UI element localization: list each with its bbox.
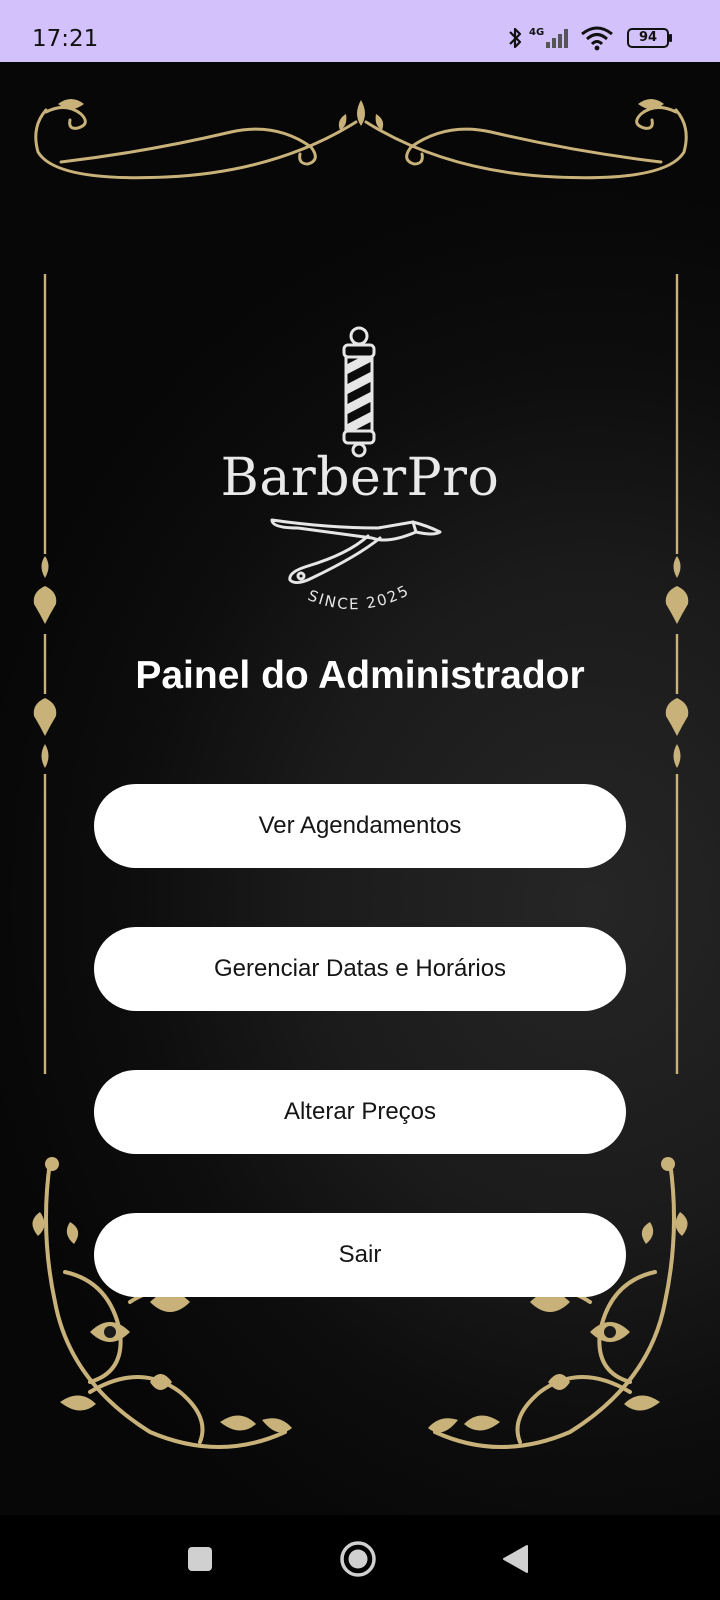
view-appointments-button[interactable]: Ver Agendamentos [94,784,626,868]
logout-label: Sair [338,1241,382,1268]
battery-level: 94 [638,30,658,45]
page-title: Painel do Administrador [135,654,585,697]
home-circle-icon [340,1541,376,1577]
svg-text:SINCE 2025: SINCE 2025 [305,581,412,613]
navigation-bar [0,1515,720,1600]
home-button[interactable] [336,1537,380,1581]
bottom-right-floral-ornament [428,1157,688,1449]
manage-dates-label: Gerenciar Datas e Horários [213,955,507,982]
back-triangle-icon [503,1545,528,1573]
top-flourish-ornament [34,99,688,180]
bottom-left-floral-ornament [32,1157,292,1449]
view-appointments-label: Ver Agendamentos [258,812,462,839]
since-text: SINCE 2025 [305,581,410,613]
app-screen: 17:21 4G 94 BarberPro SINCE 2025 Painel … [0,0,720,1600]
network-type-text: 4G [529,27,544,38]
change-prices-button[interactable]: Alterar Preços [94,1070,626,1154]
wifi-icon [581,26,613,51]
bluetooth-icon [509,27,522,49]
status-bar: 17:21 4G 94 [0,0,720,62]
recents-button[interactable] [178,1537,222,1581]
manage-dates-button[interactable]: Gerenciar Datas e Horários [94,927,626,1011]
barber-pole-icon [342,326,376,458]
battery-icon: 94 [618,24,676,52]
back-button[interactable] [494,1537,538,1581]
change-prices-label: Alterar Preços [283,1098,437,1125]
recents-square-icon [188,1547,212,1571]
brand-name: BarberPro [220,448,500,508]
status-icons: 4G 94 [506,24,676,52]
logout-button[interactable]: Sair [94,1213,626,1297]
cell-signal-icon: 4G [529,27,568,48]
since-year-arc: SINCE 2025 [305,581,412,613]
status-time: 17:21 [32,26,99,52]
main-area: BarberPro SINCE 2025 Painel do Administr… [0,62,720,1515]
